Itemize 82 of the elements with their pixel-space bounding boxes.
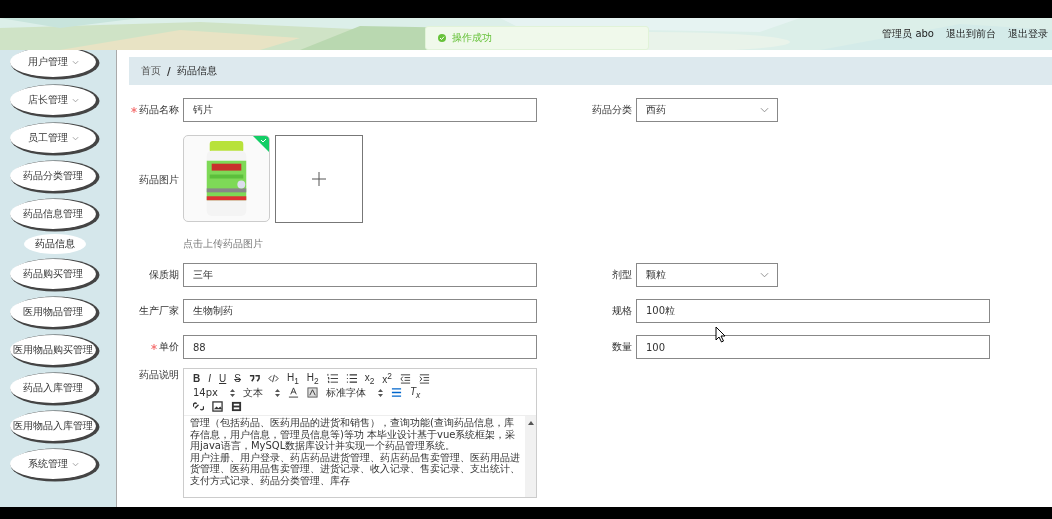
format-button[interactable]: S — [234, 373, 241, 384]
input-field[interactable]: 钙片 — [183, 98, 537, 122]
format-button[interactable]: H$_{1}$ — [286, 371, 299, 386]
input-field[interactable]: 88 — [183, 335, 537, 359]
format-button[interactable]: B — [193, 373, 201, 384]
check-corner-icon — [253, 136, 269, 152]
field-label: 药品说明 — [138, 368, 179, 382]
menu-item[interactable]: 医用物品购买管理 — [10, 335, 96, 365]
toolbar-select[interactable]: 标准字体 — [326, 385, 383, 400]
input-field[interactable]: 三年 — [183, 263, 537, 287]
toast-message: 操作成功 — [452, 31, 492, 45]
header-link[interactable]: 退出登录 — [1008, 27, 1048, 41]
required-asterisk-icon — [151, 344, 157, 350]
chevron-down-icon — [71, 135, 79, 141]
font-color-icon[interactable] — [288, 387, 299, 398]
rich-text-editor[interactable] — [183, 368, 537, 498]
header-link[interactable]: 退出到前台 — [946, 27, 996, 41]
chevron-down-icon — [71, 97, 79, 103]
editor-paragraph: 用户注册、用户登录、药店药品进货管理、药店药品售卖管理、医药用品进货管理、医药用品售卖管理、进货记录、收入记录、售卖记录、支出统计、支付方式记录、药品分类管理、库存 — [190, 451, 521, 486]
quote-icon[interactable] — [248, 373, 260, 384]
chevron-down-icon — [71, 461, 79, 467]
video-icon[interactable] — [231, 401, 242, 412]
indent-icon[interactable] — [418, 373, 430, 384]
menu-item[interactable]: 员工管理 — [10, 123, 96, 153]
ordered-list-icon[interactable] — [326, 373, 338, 384]
up-down-arrows-icon — [275, 388, 280, 397]
breadcrumb-separator: / — [167, 65, 171, 77]
editor-paragraph: 管理（包括药品、医药用品的进货和销售），查询功能(查询药品信息，库存信息，用户信息，管理员信息等)等功 本毕业设计基于vue系统框架，采用java语言，MySQL数据库设计并实现一个药品管理系统。 — [190, 417, 516, 452]
field-label: 数量 — [611, 340, 632, 354]
upload-button[interactable] — [275, 135, 363, 223]
input-field[interactable]: 100粒 — [636, 299, 990, 323]
mouse-cursor-icon — [715, 326, 727, 343]
format-button[interactable]: x$^{2}$ — [382, 371, 392, 386]
scrollbar[interactable] — [525, 416, 536, 497]
admin-label: 管理员 abo — [882, 27, 934, 41]
link-icon[interactable] — [193, 401, 204, 412]
image-icon[interactable] — [212, 401, 223, 412]
format-button[interactable]: x$_{2}$ — [364, 371, 375, 386]
breadcrumb-link[interactable]: 药品信息 — [176, 64, 217, 78]
breadcrumb-link[interactable]: 首页 — [141, 64, 161, 78]
format-button[interactable]: T$_{x}$ — [410, 385, 421, 400]
menu-item[interactable]: 药品入库管理 — [10, 373, 96, 403]
submenu-item[interactable]: 药品信息 — [24, 234, 86, 254]
field-label: 药品图片 — [138, 173, 179, 187]
input-field[interactable]: 100 — [636, 335, 990, 359]
highlight-icon[interactable] — [307, 387, 318, 398]
code-icon[interactable] — [267, 373, 279, 384]
select-field[interactable]: 西药 — [636, 98, 778, 122]
align-icon[interactable] — [391, 387, 402, 398]
up-down-arrows-icon — [378, 388, 383, 397]
upload-hint: 点击上传药品图片 — [183, 237, 264, 251]
menu-item[interactable]: 药品信息管理 — [10, 199, 96, 229]
required-asterisk-icon — [131, 107, 137, 113]
menu-item[interactable]: 药品购买管理 — [10, 259, 96, 289]
scroll-up-icon[interactable] — [527, 421, 534, 425]
select-field[interactable]: 颗粒 — [636, 263, 778, 287]
outdent-icon[interactable] — [399, 373, 411, 384]
toolbar-select[interactable]: 文本 — [243, 385, 280, 400]
field-label: 单价 — [129, 340, 179, 354]
menu-item[interactable]: 医用物品管理 — [10, 297, 96, 327]
chevron-down-icon — [71, 59, 79, 65]
field-label: 药品名称 — [129, 103, 179, 117]
menu-item[interactable]: 系统管理 — [10, 449, 96, 479]
format-button[interactable]: H$_{2}$ — [306, 371, 319, 386]
format-button[interactable]: U — [219, 373, 227, 384]
up-down-arrows-icon — [230, 388, 235, 397]
field-label: 生产厂家 — [138, 304, 179, 318]
field-label: 保质期 — [148, 268, 179, 282]
chevron-down-icon — [760, 272, 769, 278]
toolbar-select[interactable]: 14px — [193, 387, 235, 398]
chevron-down-icon — [760, 107, 769, 113]
menu-item[interactable]: 药品分类管理 — [10, 161, 96, 191]
field-label: 规格 — [611, 304, 632, 318]
field-label: 剂型 — [611, 268, 632, 282]
field-label: 药品分类 — [591, 103, 632, 117]
menu-item[interactable]: 店长管理 — [10, 85, 96, 115]
success-icon — [438, 34, 446, 42]
menu-item[interactable]: 医用物品入库管理 — [10, 411, 96, 441]
format-button[interactable]: I — [208, 373, 211, 384]
input-field[interactable]: 生物制药 — [183, 299, 537, 323]
bullet-list-icon[interactable] — [345, 373, 357, 384]
plus-icon — [311, 171, 327, 187]
